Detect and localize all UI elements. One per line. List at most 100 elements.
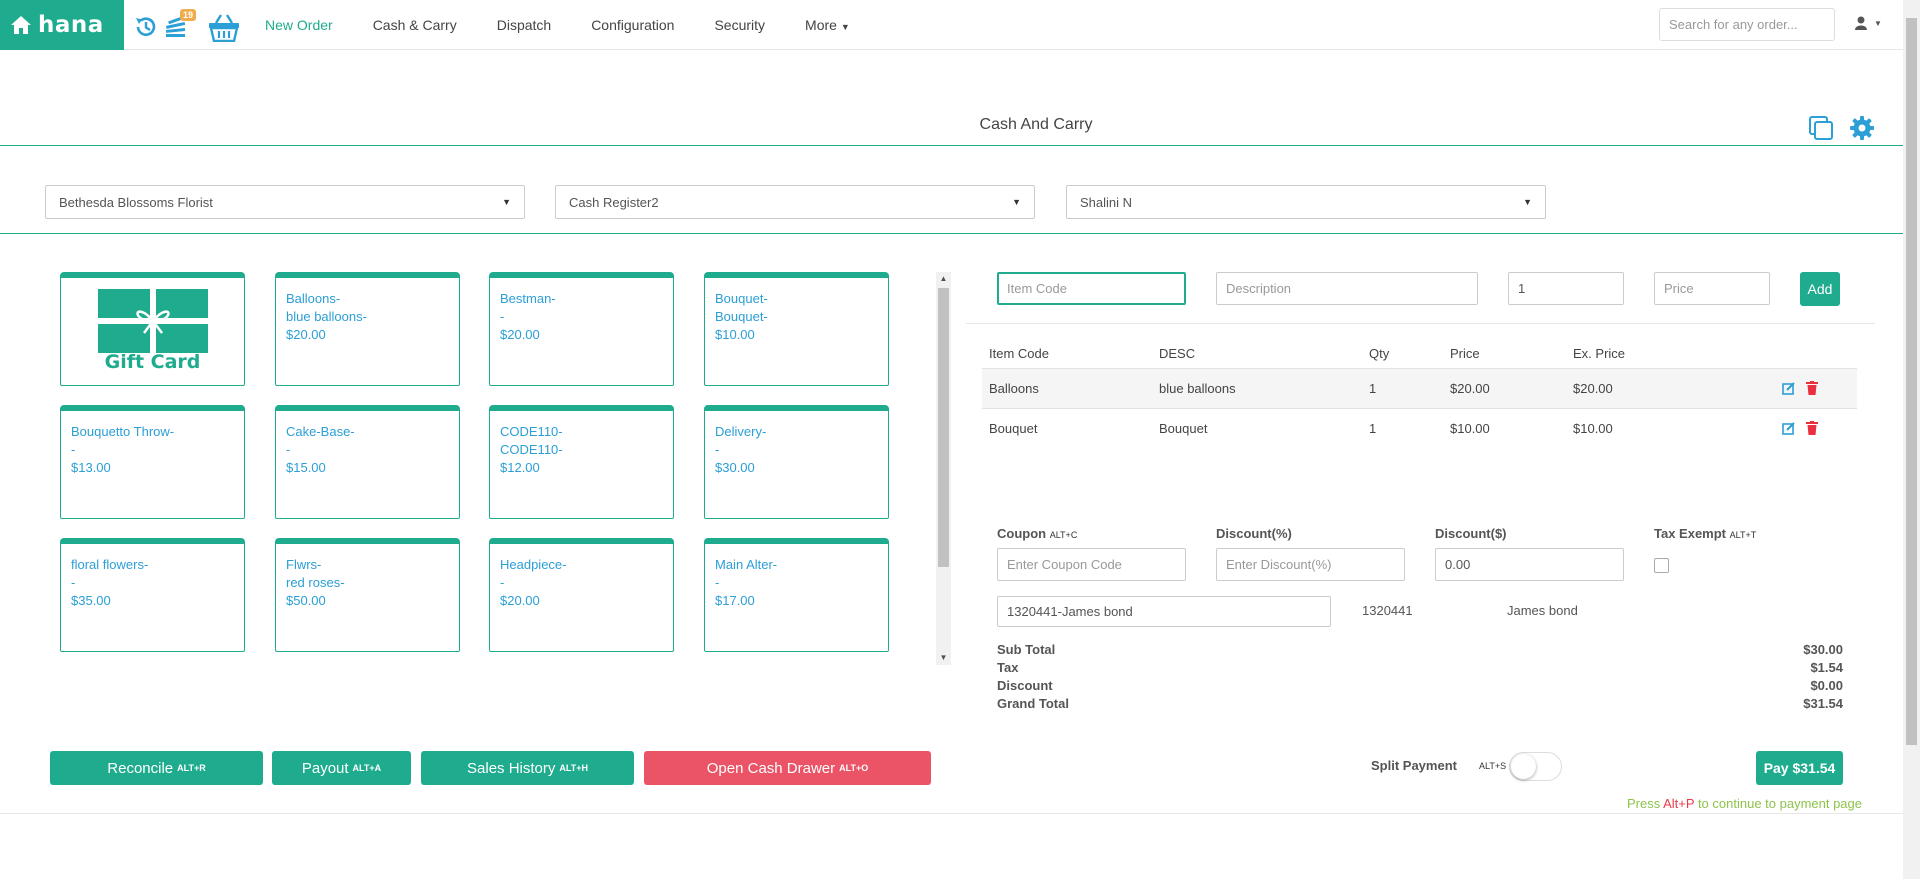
product-tile[interactable]: Cake-Base- - $15.00 [275,405,460,519]
gift-card-icon [97,289,208,353]
column-header: Price [1450,346,1480,361]
edit-icon[interactable] [1782,421,1796,435]
history-icon[interactable] [133,14,159,40]
sales-history-label: Sales History [467,759,556,777]
reconcile-button[interactable]: Reconcile ALT+R [50,751,263,785]
discount-amount-label: Discount($) [1435,526,1507,541]
nav-more[interactable]: More ▼ [805,17,850,33]
discount-amount-input[interactable] [1435,548,1624,581]
nav-configuration[interactable]: Configuration [591,17,674,33]
brand-logo[interactable]: hana [0,0,124,50]
total-row-discount: Discount $0.00 [997,678,1843,696]
cell-qty: 1 [1369,421,1377,436]
product-tile[interactable]: Main Alter- - $17.00 [704,538,889,652]
product-tile-gift-card[interactable]: Gift Card [60,272,245,386]
product-name: Delivery- [715,424,767,439]
cell-ex-price: $20.00 [1573,381,1613,396]
split-payment-shortcut: ALT+S [1479,761,1507,771]
cell-item-code: Bouquet [989,421,1038,436]
open-cash-drawer-button[interactable]: Open Cash Drawer ALT+O [644,751,931,785]
product-tile[interactable]: Bouquetto Throw- - $13.00 [60,405,245,519]
cell-description: blue balloons [1159,381,1236,396]
employee-select[interactable]: Shalini N ▼ [1066,185,1546,219]
order-search-input[interactable] [1659,8,1835,41]
open-cash-drawer-shortcut: ALT+O [839,763,869,773]
trash-icon[interactable] [1806,421,1818,435]
trash-icon[interactable] [1806,381,1818,395]
divider [0,145,1903,146]
quantity-input[interactable] [1508,272,1624,305]
home-icon [11,16,31,34]
basket-icon[interactable] [208,12,240,42]
edit-icon[interactable] [1782,381,1796,395]
divider [0,233,1903,234]
user-icon [1855,16,1867,30]
split-payment-label: Split Payment [1371,758,1457,773]
product-grid-scroll-thumb[interactable] [938,288,949,567]
split-payment-toggle[interactable] [1509,752,1562,781]
caret-down-icon: ▼ [502,197,511,207]
column-header: DESC [1159,346,1196,361]
total-row-subtotal: Sub Total $30.00 [997,642,1843,660]
top-navbar: hana 19 New Order Cash & Carry Dispatch … [0,0,1903,50]
scroll-down-arrow-icon[interactable]: ▼ [936,651,951,665]
product-tile[interactable]: Bestman- - $20.00 [489,272,674,386]
nav-cash-and-carry[interactable]: Cash & Carry [373,17,457,33]
add-item-button[interactable]: Add [1800,272,1840,306]
product-description: - [286,442,291,457]
sales-history-button[interactable]: Sales History ALT+H [421,751,634,785]
product-description: - [715,442,720,457]
discount-percent-input[interactable] [1216,548,1405,581]
store-select[interactable]: Bethesda Blossoms Florist ▼ [45,185,525,219]
divider [0,813,1903,814]
product-price: $30.00 [715,460,755,475]
product-tile[interactable]: Flwrs- red roses- $50.00 [275,538,460,652]
product-name: floral flowers- [71,557,149,572]
payout-shortcut: ALT+A [352,763,382,773]
product-name: Cake-Base- [286,424,355,439]
nav-security[interactable]: Security [714,17,765,33]
user-menu[interactable]: ▼ [1855,16,1882,30]
product-tile[interactable]: Headpiece- - $20.00 [489,538,674,652]
total-value: $31.54 [1803,696,1843,711]
product-price: $20.00 [500,327,540,342]
tax-exempt-checkbox[interactable] [1654,558,1669,573]
total-value: $0.00 [1810,678,1843,693]
customer-field[interactable]: 1320441-James bond [997,596,1331,627]
product-tile[interactable]: floral flowers- - $35.00 [60,538,245,652]
tax-exempt-shortcut: ALT+T [1729,530,1757,540]
description-input[interactable] [1216,272,1478,305]
register-select[interactable]: Cash Register2 ▼ [555,185,1035,219]
coupon-label-text: Coupon [997,526,1047,541]
product-description: - [71,442,76,457]
duplicate-window-icon[interactable] [1807,114,1835,142]
nav-dispatch[interactable]: Dispatch [497,17,551,33]
cell-item-code: Balloons [989,381,1039,396]
gear-icon[interactable] [1849,115,1875,141]
price-input[interactable] [1654,272,1770,305]
payout-button[interactable]: Payout ALT+A [272,751,411,785]
item-code-input[interactable] [997,272,1186,305]
product-tile[interactable]: Balloons- blue balloons- $20.00 [275,272,460,386]
product-description: - [500,575,505,590]
gift-card-label: Gift Card [104,351,201,373]
coupon-input[interactable] [997,548,1186,581]
page-scrollbar[interactable] [1903,0,1920,879]
pay-button[interactable]: Pay $31.54 [1756,751,1843,785]
product-tile[interactable]: Delivery- - $30.00 [704,405,889,519]
nav-new-order[interactable]: New Order [265,17,333,33]
page-scroll-thumb[interactable] [1906,18,1917,745]
scroll-up-arrow-icon[interactable]: ▲ [936,272,951,286]
payment-hint: Press Alt+P to continue to payment page [1627,796,1862,811]
total-row-tax: Tax $1.54 [997,660,1843,678]
total-label: Sub Total [997,642,1056,657]
caret-down-icon: ▼ [1523,197,1532,207]
store-select-value: Bethesda Blossoms Florist [59,194,213,210]
product-tile[interactable]: CODE110- CODE110- $12.00 [489,405,674,519]
cell-price: $20.00 [1450,381,1490,396]
product-price: $17.00 [715,593,755,608]
product-name: Bouquetto Throw- [71,424,175,439]
notification-badge: 19 [180,9,197,21]
product-tile[interactable]: Bouquet- Bouquet- $10.00 [704,272,889,386]
total-label: Tax [997,660,1019,675]
